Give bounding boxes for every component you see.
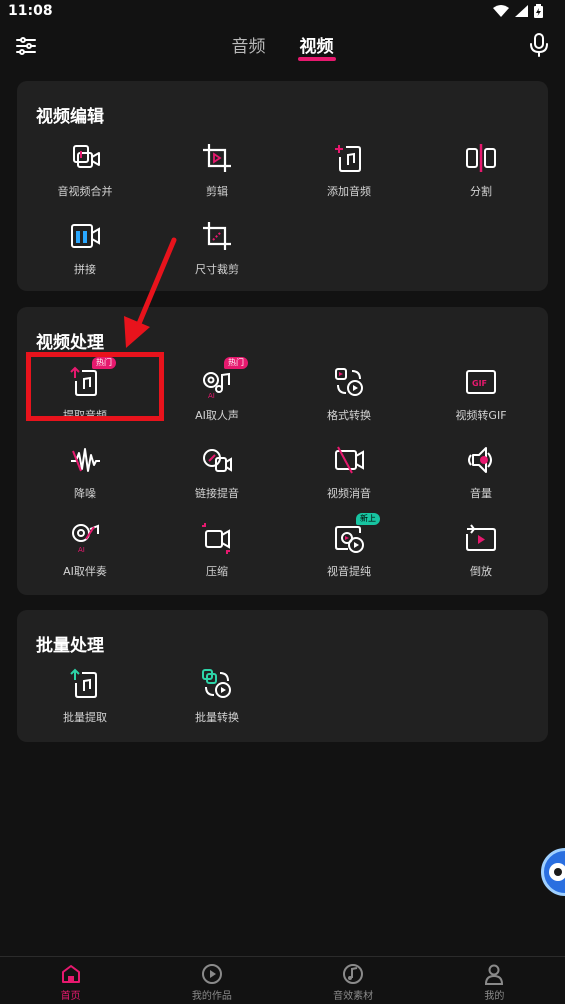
volume-icon — [468, 447, 492, 473]
tool-label: 音量 — [470, 487, 492, 500]
nav-label: 我的 — [484, 991, 505, 1002]
tool-label: AI取伴奏 — [63, 565, 107, 578]
nav-label: 音效素材 — [333, 991, 374, 1002]
tool-volume[interactable]: 音量 — [415, 443, 547, 515]
join-icon — [71, 224, 100, 248]
tool-icon-wrap: AI 热门 — [200, 357, 248, 400]
tool-label: 链接提音 — [195, 487, 239, 500]
reverse-icon — [466, 524, 496, 551]
tool-compress[interactable]: 压缩 — [151, 521, 283, 593]
tab-audio[interactable]: 音频 — [230, 32, 268, 57]
profile-icon — [485, 964, 504, 985]
bottom-navigation: 首页 我的作品 音效素材 我的 — [0, 956, 565, 1004]
works-icon — [201, 964, 222, 984]
signal-icon — [515, 5, 528, 17]
link-extract-icon — [203, 449, 232, 472]
batch-convert-icon — [202, 669, 231, 698]
tool-ai-accompaniment[interactable]: AI AI取伴奏 — [19, 521, 151, 593]
tool-format-convert[interactable]: 格式转换 — [283, 365, 415, 437]
tool-join[interactable]: 拼接 — [19, 219, 151, 291]
wifi-icon — [493, 5, 509, 17]
nav-label: 首页 — [60, 991, 81, 1002]
ai-vocal-icon: AI — [203, 372, 230, 400]
crop-icon — [203, 144, 231, 172]
nav-works[interactable]: 我的作品 — [141, 957, 282, 1004]
annotation-highlight-box — [26, 352, 164, 421]
tool-label: AI取人声 — [195, 409, 239, 422]
top-bar: 音频 视频 — [0, 24, 565, 66]
status-time: 11:08 — [8, 3, 53, 19]
tool-label: 视频消音 — [327, 487, 371, 500]
nav-profile[interactable]: 我的 — [424, 957, 565, 1004]
status-icons — [493, 4, 543, 18]
tool-icon-wrap: 新上 — [332, 513, 380, 555]
svg-text:AI: AI — [78, 546, 85, 554]
tool-label: 剪辑 — [206, 185, 228, 198]
split-icon — [466, 144, 496, 172]
tool-batch-convert[interactable]: 批量转换 — [151, 667, 283, 739]
tool-label: 拼接 — [74, 263, 96, 276]
tool-link-extract[interactable]: 链接提音 — [151, 443, 283, 515]
tool-label: 视频转GIF — [455, 409, 507, 422]
tool-av-merge[interactable]: 音视频合并 — [19, 141, 151, 213]
tool-purify[interactable]: 新上 视音提纯 — [283, 513, 415, 593]
format-convert-icon — [335, 368, 363, 396]
tool-resize-crop[interactable]: 尺寸裁剪 — [151, 219, 283, 291]
compress-icon — [202, 523, 230, 554]
ai-accompaniment-icon: AI — [72, 524, 99, 554]
denoise-icon — [71, 448, 100, 472]
batch-extract-icon — [70, 668, 97, 698]
tool-ai-vocal[interactable]: AI 热门 AI取人声 — [151, 357, 283, 437]
status-bar: 11:08 — [0, 0, 565, 24]
video-process-card: 视频处理 热门 提取音频 AI 热门 AI取人声 格式转换 GIF 视频转GIF… — [17, 307, 548, 595]
tab-bar: 音频 视频 — [0, 32, 565, 61]
nav-label: 我的作品 — [191, 991, 232, 1002]
tool-label: 分割 — [470, 185, 492, 198]
tool-batch-extract[interactable]: 批量提取 — [19, 667, 151, 739]
resize-crop-icon — [203, 222, 231, 250]
tool-label: 格式转换 — [327, 409, 371, 422]
gif-icon: GIF — [466, 370, 496, 394]
nav-sound-material[interactable]: 音效素材 — [283, 957, 424, 1004]
purify-icon — [335, 526, 364, 553]
section-title: 视频编辑 — [36, 107, 104, 127]
svg-text:GIF: GIF — [472, 379, 487, 388]
tool-reverse[interactable]: 倒放 — [415, 521, 547, 593]
tool-label: 批量转换 — [195, 711, 239, 724]
av-merge-icon — [73, 145, 100, 168]
battery-icon — [534, 4, 543, 18]
tool-add-audio[interactable]: 添加音频 — [283, 141, 415, 213]
floating-assistant-button[interactable] — [541, 848, 565, 896]
mute-icon — [335, 446, 364, 474]
tool-label: 视音提纯 — [327, 565, 371, 578]
sound-material-icon — [343, 964, 364, 984]
add-audio-icon — [335, 145, 361, 172]
microphone-icon[interactable] — [527, 32, 551, 58]
tab-video[interactable]: 视频 — [297, 32, 336, 61]
section-title: 视频处理 — [36, 333, 104, 353]
tool-denoise[interactable]: 降噪 — [19, 443, 151, 515]
new-badge: 新上 — [356, 513, 380, 525]
svg-text:AI: AI — [208, 392, 215, 399]
tool-label: 添加音频 — [327, 185, 371, 198]
video-edit-card: 视频编辑 音视频合并 剪辑 添加音频 分割 拼接 尺寸裁剪 — [17, 81, 548, 291]
tool-label: 倒放 — [470, 565, 492, 578]
nav-home[interactable]: 首页 — [0, 957, 141, 1004]
section-title: 批量处理 — [36, 636, 104, 656]
robot-face-icon — [549, 863, 565, 881]
tool-mute[interactable]: 视频消音 — [283, 443, 415, 515]
batch-process-card: 批量处理 批量提取 批量转换 — [17, 610, 548, 742]
tool-split[interactable]: 分割 — [415, 141, 547, 213]
tool-video-to-gif[interactable]: GIF 视频转GIF — [415, 365, 547, 437]
hot-badge: 热门 — [224, 357, 248, 369]
tool-clip[interactable]: 剪辑 — [151, 141, 283, 213]
tool-label: 降噪 — [74, 487, 96, 500]
tool-label: 尺寸裁剪 — [195, 263, 239, 276]
tool-label: 压缩 — [206, 565, 228, 578]
tool-label: 音视频合并 — [57, 185, 113, 198]
tool-label: 批量提取 — [63, 711, 107, 724]
home-icon — [61, 965, 80, 983]
